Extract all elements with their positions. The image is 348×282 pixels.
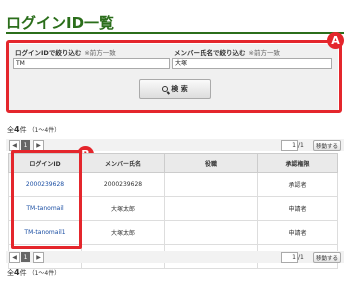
position-cell — [164, 196, 258, 221]
result-count-bottom: 全4件 （1～4件） — [7, 268, 61, 277]
title-divider — [6, 32, 344, 34]
current-page-bottom: 1 — [21, 252, 30, 262]
column-header-member-name: メンバー氏名 — [81, 153, 165, 173]
member-name-cell: 大塚太郎 — [81, 196, 165, 221]
approval-cell: 申請者 — [257, 220, 338, 245]
column-header-approval: 承認権限 — [257, 153, 338, 173]
move-page-button-top[interactable]: 移動する — [313, 140, 341, 151]
member-name-cell: 大塚太郎 — [81, 220, 165, 245]
member-name-cell: 2000239628 — [81, 172, 165, 197]
position-cell — [164, 172, 258, 197]
move-page-button-bottom[interactable]: 移動する — [313, 252, 341, 263]
column-header-position: 役職 — [164, 153, 258, 173]
search-icon — [162, 86, 169, 92]
member-filter-hint: ※前方一致 — [248, 49, 280, 57]
approval-cell: 承認者 — [257, 172, 338, 197]
current-page-top: 1 — [21, 140, 30, 150]
login-id-input[interactable]: TM — [13, 58, 170, 69]
result-count-top: 全4件 （1～4件） — [7, 125, 61, 134]
next-page-button-bottom[interactable]: ▶ — [33, 252, 44, 263]
login-filter-hint: ※前方一致 — [84, 49, 116, 57]
member-name-input[interactable]: 大塚 — [172, 58, 332, 69]
page-number-input-bottom[interactable]: 1 — [281, 252, 298, 263]
position-cell — [164, 220, 258, 245]
login-id-column-highlight — [11, 150, 82, 249]
callout-badge-a: A — [327, 32, 344, 49]
prev-page-button-bottom[interactable]: ◀ — [9, 252, 20, 263]
search-button-label: 検 索 — [171, 85, 188, 93]
page-total-top: /1 — [298, 142, 304, 149]
search-button[interactable]: 検 索 — [139, 79, 211, 99]
page-number-input-top[interactable]: 1 — [281, 140, 298, 151]
page-title: ログインID一覧 — [6, 14, 115, 32]
approval-cell: 申請者 — [257, 196, 338, 221]
login-filter-label: ログインIDで絞り込む ※前方一致 — [15, 49, 116, 57]
page-total-bottom: /1 — [298, 254, 304, 261]
member-filter-label: メンバー氏名で絞り込む ※前方一致 — [174, 49, 280, 57]
